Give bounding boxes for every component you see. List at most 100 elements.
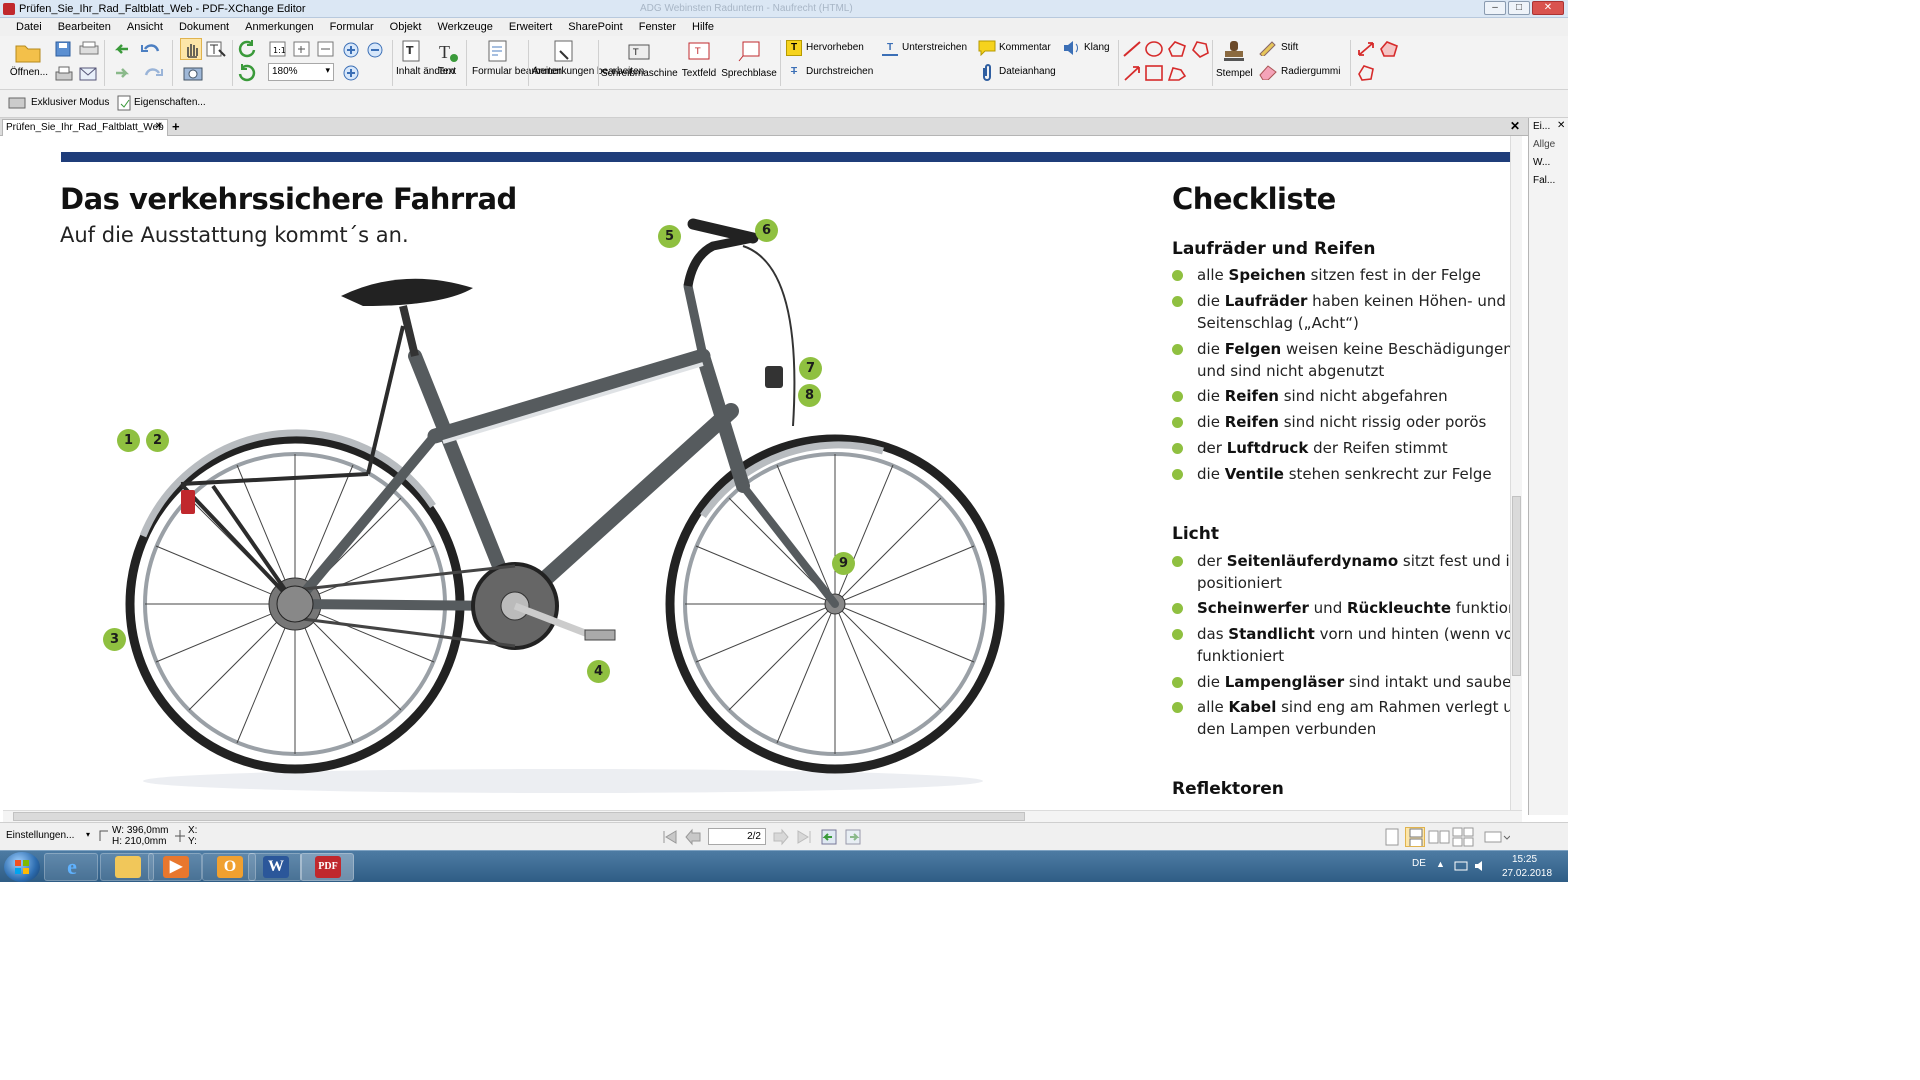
text-tool-button[interactable]: T Text [432,38,462,88]
line-tool-icon[interactable] [1122,40,1142,58]
side-panel-group[interactable]: Allge [1533,139,1555,150]
select-text-icon[interactable] [205,40,227,60]
rotate-ccw-icon[interactable] [237,63,257,83]
volume-icon[interactable] [1474,859,1488,873]
file-attachment-button[interactable]: Dateianhang [978,64,1058,82]
tray-expand-icon[interactable]: ▲ [1436,859,1445,869]
zoom-out-icon[interactable] [365,40,385,60]
save-icon[interactable] [54,40,72,58]
arrow-tool-icon[interactable] [1122,64,1142,82]
menu-dokument[interactable]: Dokument [171,21,237,33]
menu-formular[interactable]: Formular [322,21,382,33]
network-icon[interactable] [1454,859,1468,873]
vertical-scrollbar[interactable] [1510,136,1522,810]
clock-date[interactable]: 27.02.2018 [1502,868,1552,879]
menu-objekt[interactable]: Objekt [382,21,430,33]
actual-size-icon[interactable]: 1:1 [268,40,288,58]
previous-page-icon[interactable] [684,828,704,846]
measure-perimeter-icon[interactable] [1356,64,1376,82]
start-button[interactable] [4,852,40,882]
horizontal-scrollbar[interactable] [3,810,1522,822]
new-tab-button[interactable]: + [172,119,180,134]
minimize-button[interactable]: – [1484,1,1506,15]
next-view-icon[interactable] [844,828,864,846]
horizontal-scroll-thumb[interactable] [13,812,1025,821]
language-indicator[interactable]: DE [1412,858,1426,869]
back-arrow-icon[interactable] [112,40,132,58]
oval-tool-icon[interactable] [1144,40,1164,58]
side-panel-item-fal[interactable]: Fal... [1533,175,1555,186]
rotate-cw-icon[interactable] [237,39,257,59]
menu-ansicht[interactable]: Ansicht [119,21,171,33]
snapshot-icon[interactable] [182,64,204,82]
callout-button[interactable]: Sprechblase [720,38,778,88]
edit-content-button[interactable]: T Inhalt ändern [396,38,454,88]
next-page-icon[interactable] [770,828,790,846]
menu-anmerkungen[interactable]: Anmerkungen [237,21,322,33]
strikeout-button[interactable]: T Durchstreichen [786,64,878,82]
continuous-view-icon[interactable] [1405,827,1425,847]
typewriter-button[interactable]: T Schreibmaschine [601,38,678,88]
settings-dropdown[interactable]: Einstellungen... ▾ [6,830,92,844]
eraser-button[interactable]: Radiergummi [1258,64,1344,82]
menu-fenster[interactable]: Fenster [631,21,684,33]
email-icon[interactable] [78,64,98,84]
facing-view-icon[interactable] [1428,827,1450,847]
zoom-select[interactable]: 180% ▾ [268,63,334,81]
taskbar-file-explorer[interactable] [100,853,154,881]
document-tab[interactable]: Prüfen_Sie_Ihr_Rad_Faltblatt_Web ✕ [2,119,168,136]
rectangle-tool-icon[interactable] [1144,64,1164,82]
redo-icon[interactable] [140,64,164,82]
close-tab-icon[interactable]: ✕ [155,121,163,132]
menu-hilfe[interactable]: Hilfe [684,21,722,33]
form-edit-button[interactable]: Formular bearbeiten [472,38,562,88]
menu-werkzeuge[interactable]: Werkzeuge [429,21,500,33]
menu-erweitert[interactable]: Erweitert [501,21,560,33]
annotations-edit-button[interactable]: Anmerkungen bearbeiten [532,38,644,88]
print-icon[interactable] [54,64,74,84]
hand-tool-icon[interactable] [180,38,202,60]
properties-button[interactable]: Eigenschaften... [116,95,212,113]
underline-button[interactable]: T Unterstreichen [882,40,974,58]
forward-arrow-icon[interactable] [112,64,132,82]
measure-area-icon[interactable] [1378,40,1398,58]
fit-width-icon[interactable] [316,40,336,58]
continuous-facing-view-icon[interactable] [1452,827,1474,847]
taskbar-media-player[interactable]: ▶ [148,853,202,881]
first-page-icon[interactable] [660,828,680,846]
maximize-button[interactable]: □ [1508,1,1530,15]
page-number-input[interactable]: 2/2 [708,828,766,845]
pen-button[interactable]: Stift [1258,40,1318,58]
open-button[interactable]: Öffnen... [8,38,48,88]
undo-icon[interactable] [140,40,164,58]
menu-sharepoint[interactable]: SharePoint [560,21,630,33]
cloud-tool-icon[interactable] [1190,40,1210,58]
side-panel-item-w[interactable]: W... [1533,157,1550,168]
measure-distance-icon[interactable] [1356,40,1376,58]
comment-button[interactable]: Kommentar [978,40,1058,58]
clock-time[interactable]: 15:25 [1512,854,1537,865]
zoom-tool-icon[interactable] [341,63,361,83]
highlight-button[interactable]: T Hervorheben [786,40,876,58]
close-panel-icon[interactable]: ✕ [1557,120,1565,131]
menu-datei[interactable]: Datei [8,21,50,33]
polygon-tool-icon[interactable] [1166,40,1188,58]
fit-page-icon[interactable] [292,40,312,58]
document-viewport[interactable]: Das verkehrssichere Fahrrad Auf die Auss… [3,136,1510,810]
scan-icon[interactable] [78,40,100,58]
exclusive-mode-button[interactable]: Exklusiver Modus [8,95,110,113]
close-button[interactable]: ✕ [1532,1,1564,15]
zoom-in-icon[interactable] [341,40,361,60]
sound-button[interactable]: Klang [1062,40,1116,58]
vertical-scroll-thumb[interactable] [1512,496,1521,676]
view-options-icon[interactable] [1484,827,1510,847]
close-document-icon[interactable]: ✕ [1510,119,1520,133]
taskbar-word[interactable]: W [248,853,302,881]
polyline-tool-icon[interactable] [1166,64,1188,82]
previous-view-icon[interactable] [820,828,840,846]
menu-bearbeiten[interactable]: Bearbeiten [50,21,119,33]
last-page-icon[interactable] [794,828,814,846]
textbox-button[interactable]: T Textfeld [680,38,718,88]
taskbar-internet-explorer[interactable]: e [44,853,98,881]
taskbar-pdf-xchange[interactable]: PDF [300,853,354,881]
